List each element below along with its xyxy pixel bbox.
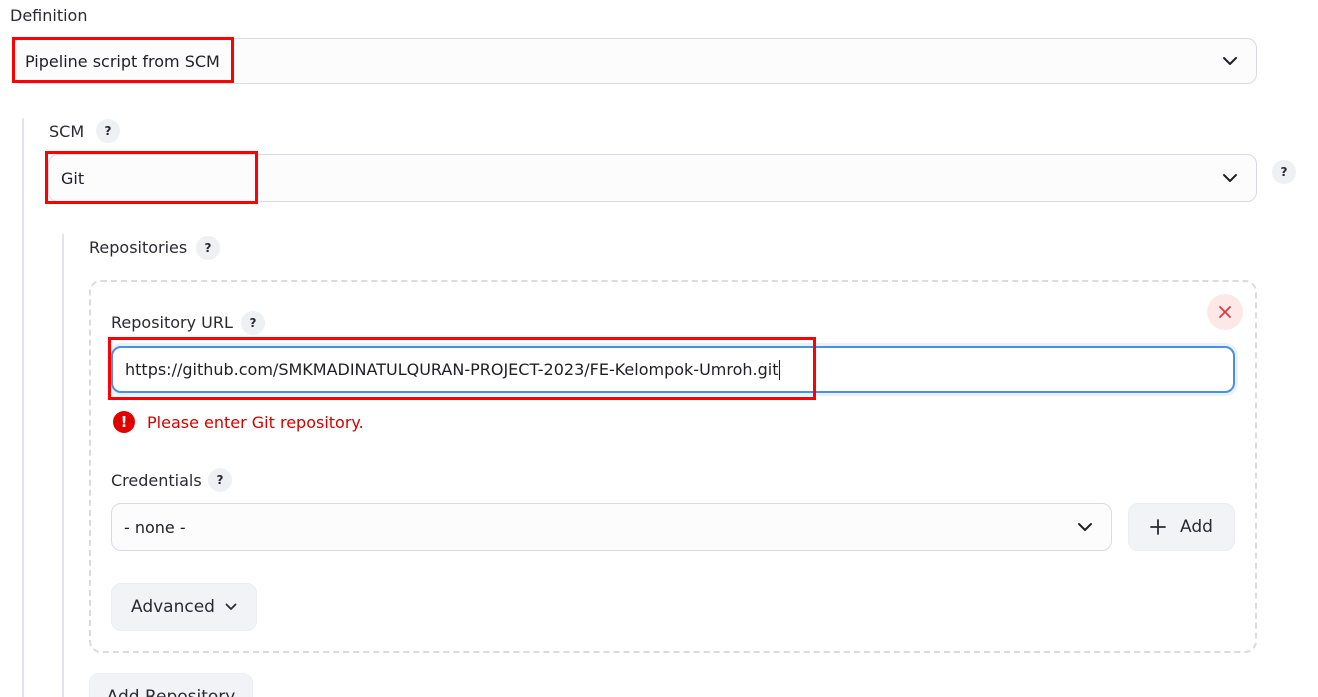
chevron-down-icon xyxy=(1223,174,1237,182)
scm-help-icon[interactable]: ? xyxy=(96,119,120,143)
repositories-label: Repositories xyxy=(89,238,188,257)
definition-select-value: Pipeline script from SCM xyxy=(25,51,220,71)
scm-select-value: Git xyxy=(61,168,85,188)
credentials-label: Credentials xyxy=(111,471,202,490)
scm-side-help-icon[interactable]: ? xyxy=(1272,160,1296,184)
add-repository-label: Add Repository xyxy=(106,687,236,697)
repositories-help-icon[interactable]: ? xyxy=(196,236,220,260)
credentials-select[interactable]: - none - xyxy=(111,503,1112,551)
repository-url-error: ! Please enter Git repository. xyxy=(113,411,364,433)
repository-url-help-icon[interactable]: ? xyxy=(241,311,265,335)
repository-entry xyxy=(89,280,1257,653)
repository-url-value: https://github.com/SMKMADINATULQURAN-PRO… xyxy=(125,360,779,379)
plus-icon xyxy=(1150,519,1166,535)
chevron-down-icon xyxy=(1078,523,1092,531)
close-icon xyxy=(1219,306,1231,318)
credentials-select-value: - none - xyxy=(124,517,186,537)
scm-select[interactable]: Git xyxy=(48,154,1257,202)
chevron-down-icon xyxy=(225,603,237,610)
definition-select[interactable]: Pipeline script from SCM xyxy=(12,38,1257,84)
add-credentials-label: Add xyxy=(1180,517,1213,537)
add-repository-button[interactable]: Add Repository xyxy=(89,673,253,697)
add-credentials-button[interactable]: Add xyxy=(1128,503,1235,551)
chevron-down-icon xyxy=(1223,57,1237,65)
text-caret xyxy=(779,359,781,380)
repository-url-label: Repository URL xyxy=(111,313,233,332)
error-icon: ! xyxy=(113,411,135,433)
pipeline-config-page: Definition Pipeline script from SCM SCM … xyxy=(0,0,1318,697)
error-message: Please enter Git repository. xyxy=(147,412,364,432)
advanced-button[interactable]: Advanced xyxy=(111,583,257,631)
credentials-help-icon[interactable]: ? xyxy=(208,468,232,492)
repository-url-input[interactable]: https://github.com/SMKMADINATULQURAN-PRO… xyxy=(111,346,1235,393)
advanced-label: Advanced xyxy=(131,597,215,617)
delete-repository-button[interactable] xyxy=(1207,294,1243,330)
scm-section-line xyxy=(22,118,24,697)
repositories-section-line xyxy=(62,234,64,697)
scm-label: SCM xyxy=(49,122,85,141)
definition-label: Definition xyxy=(10,6,88,25)
